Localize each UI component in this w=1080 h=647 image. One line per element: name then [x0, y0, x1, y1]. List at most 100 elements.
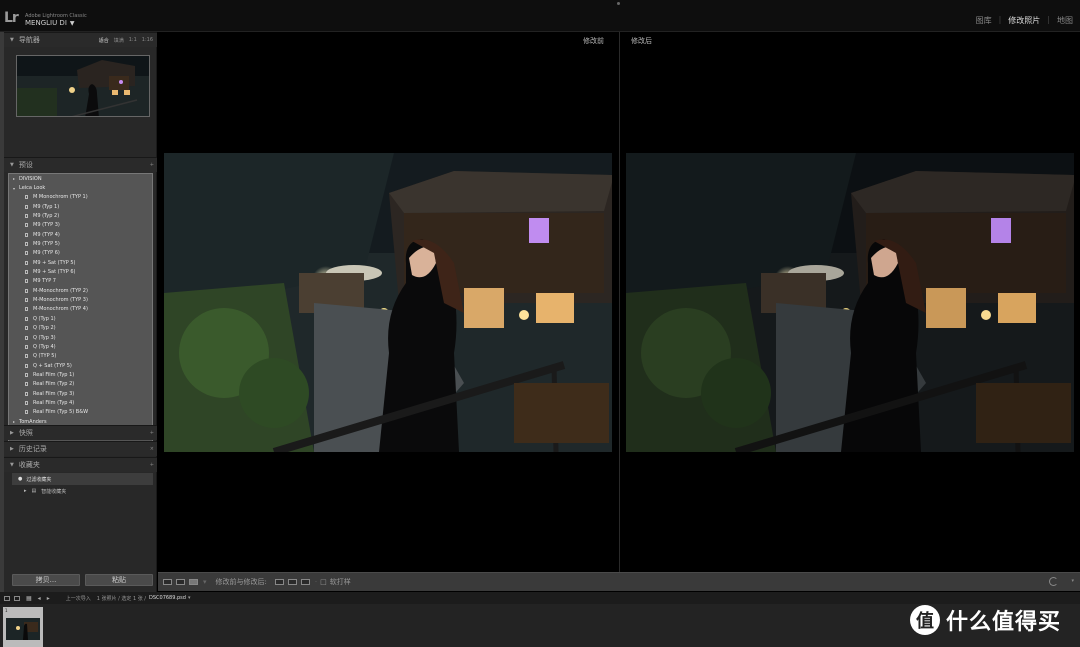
copy-after-to-before-icon[interactable] [287, 579, 297, 585]
paste-button[interactable]: 粘贴 [85, 574, 153, 586]
smart-collections-item[interactable]: ▸ ▤ 智能收藏夹 [12, 485, 153, 497]
compare-view-icon[interactable] [176, 579, 185, 585]
navigator-title: 导航器 [18, 36, 40, 44]
user-menu[interactable]: MENGLIU DI ▼ [25, 19, 75, 27]
expand-triangle-icon[interactable]: ▶ [10, 430, 14, 436]
preset-label: Q (Typ 3) [33, 334, 56, 341]
collapse-triangle-icon[interactable]: ▼ [10, 462, 14, 468]
preset-icon [25, 223, 28, 228]
preset-icon [25, 279, 28, 284]
preset-item[interactable]: Q + Sat (TYP 5) [9, 361, 152, 370]
preset-item[interactable]: Q (Typ 4) [9, 342, 152, 351]
zoom-fit[interactable]: 适合 [99, 37, 109, 44]
preset-item[interactable]: M9 + Sat (TYP 5) [9, 258, 152, 267]
clear-history-icon[interactable]: × [150, 446, 154, 452]
expand-triangle-icon[interactable]: ▸ [13, 419, 15, 424]
zoom-1-1[interactable]: 1:1 [129, 37, 137, 44]
add-collection-icon[interactable]: + [150, 462, 154, 468]
forward-arrow-icon[interactable]: ▸ [47, 595, 50, 602]
copy-before-to-after-icon[interactable] [274, 579, 284, 585]
snapshots-title: 快照 [18, 429, 33, 437]
thumbnail-number: 1 [5, 608, 8, 613]
preset-item[interactable]: M9 + Sat (TYP 6) [9, 267, 152, 276]
collapse-triangle-icon[interactable]: ▼ [10, 162, 14, 168]
preset-label: Real Film (Typ 3) [33, 390, 75, 397]
softproof-checkbox[interactable]: □ [320, 578, 327, 586]
preset-item[interactable]: Q (Typ 3) [9, 333, 152, 342]
toolbar-separator: ▾ [203, 578, 207, 586]
zoom-fill[interactable]: 填满 [114, 37, 124, 44]
preset-label: Leica Look [19, 185, 46, 192]
preset-item[interactable]: Q (TYP 5) [9, 352, 152, 361]
preset-folder[interactable]: ▾ Leica Look [9, 183, 152, 192]
preset-item[interactable]: M9 (TYP 5) [9, 239, 152, 248]
preset-icon [25, 400, 28, 405]
softproof-label: 软打样 [329, 578, 351, 586]
after-photo[interactable] [626, 153, 1074, 452]
snapshots-header[interactable]: ▶ 快照 + [4, 425, 157, 440]
preset-label: TomAnders [19, 418, 47, 425]
expand-triangle-icon[interactable]: ▸ [13, 176, 15, 181]
before-after-view-icon[interactable] [189, 579, 198, 585]
preset-item[interactable]: Real Film (Typ 1) [9, 370, 152, 379]
preset-item[interactable]: M Monochrom (TYP 1) [9, 193, 152, 202]
add-preset-icon[interactable]: + [150, 162, 154, 168]
collections-header[interactable]: ▼ 收藏夹 + [4, 457, 157, 472]
preset-label: M-Monochrom (TYP 3) [33, 297, 88, 304]
expand-triangle-icon[interactable]: ▶ [10, 446, 14, 452]
preset-item[interactable]: M9 (Typ 2) [9, 211, 152, 220]
caret-down-icon[interactable]: ▾ [188, 595, 191, 601]
filter-collections-field[interactable]: ● 过滤收藏夹 [12, 473, 153, 485]
primary-display-icon[interactable] [4, 595, 10, 601]
view-divider [619, 32, 620, 572]
copy-button[interactable]: 拷贝... [12, 574, 80, 586]
preset-item[interactable]: M9 TYP 7 [9, 277, 152, 286]
expand-triangle-icon[interactable]: ▸ [24, 488, 27, 494]
preset-item[interactable]: Real Film (Typ 4) [9, 398, 152, 407]
preset-item[interactable]: M-Monochrom (TYP 4) [9, 305, 152, 314]
navigator-panel: ▼ 导航器 适合 填满 1:1 1:16 [4, 32, 157, 47]
zoom-1-16[interactable]: 1:16 [142, 37, 153, 44]
smart-collections-label: 智能收藏夹 [41, 488, 67, 495]
watermark-text: 什么值得买 [946, 610, 1062, 635]
navigator-preview[interactable] [16, 55, 150, 117]
preset-item[interactable]: Q (Typ 1) [9, 314, 152, 323]
preset-label: Real Film (Typ 4) [33, 399, 75, 406]
preset-folder[interactable]: ▸ DIVISION [9, 174, 152, 183]
preset-icon [25, 260, 28, 265]
panel-toggle-icon[interactable] [617, 2, 620, 5]
toolbar-options-icon[interactable]: ▾ [1071, 578, 1074, 584]
preset-label: Real Film (Typ 1) [33, 371, 75, 378]
collapse-triangle-icon[interactable]: ▼ [10, 37, 14, 43]
back-arrow-icon[interactable]: ◂ [38, 595, 41, 602]
preset-item[interactable]: M9 (TYP 3) [9, 221, 152, 230]
history-header[interactable]: ▶ 历史记录 × [4, 441, 157, 456]
navigator-header[interactable]: ▼ 导航器 适合 填满 1:1 1:16 [4, 32, 157, 47]
preset-item[interactable]: M9 (TYP 4) [9, 230, 152, 239]
presets-header[interactable]: ▼ 预设 + [4, 157, 157, 172]
module-library[interactable]: 图库 [969, 15, 999, 26]
collapse-triangle-icon[interactable]: ▾ [13, 186, 15, 191]
preset-icon [25, 298, 28, 303]
filmstrip-thumbnail[interactable]: 1 [3, 607, 43, 647]
swap-before-after-icon[interactable] [300, 579, 310, 585]
preset-item[interactable]: M9 (Typ 1) [9, 202, 152, 211]
preset-item[interactable]: Real Film (Typ 2) [9, 380, 152, 389]
preset-label: Q + Sat (TYP 5) [33, 362, 72, 369]
module-map[interactable]: 地图 [1050, 15, 1080, 26]
preset-item[interactable]: Real Film (Typ 3) [9, 389, 152, 398]
add-snapshot-icon[interactable]: + [150, 430, 154, 436]
preset-icon [25, 307, 28, 312]
preset-item[interactable]: M-Monochrom (TYP 2) [9, 286, 152, 295]
preset-icon [25, 204, 28, 209]
filmstrip-source[interactable]: 上一次导入 [66, 595, 91, 602]
loupe-view-icon[interactable] [163, 579, 172, 585]
before-photo[interactable] [164, 153, 612, 452]
preset-item[interactable]: Real Film (Typ 5) B&W [9, 408, 152, 417]
secondary-display-icon[interactable] [14, 595, 20, 601]
preset-item[interactable]: M-Monochrom (TYP 3) [9, 295, 152, 304]
grid-icon[interactable]: ▦ [26, 595, 32, 602]
preset-item[interactable]: Q (Typ 2) [9, 324, 152, 333]
module-develop[interactable]: 修改照片 [1001, 15, 1047, 26]
preset-item[interactable]: M9 (TYP 6) [9, 249, 152, 258]
